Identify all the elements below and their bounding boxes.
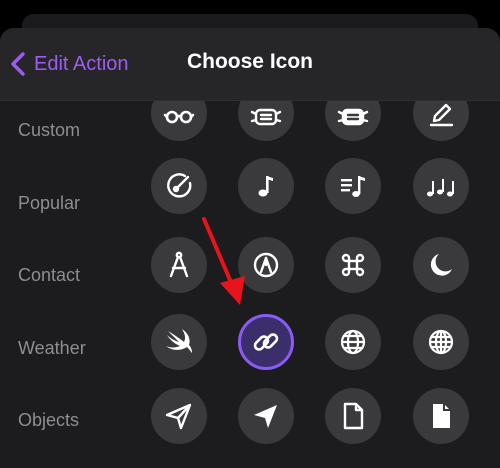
link-icon[interactable]: [238, 314, 294, 370]
paper-plane-icon[interactable]: [151, 388, 207, 444]
category-popular[interactable]: Popular: [18, 193, 80, 214]
compass-drafting-icon[interactable]: [151, 237, 207, 293]
category-custom[interactable]: Custom: [18, 120, 80, 141]
document-icon[interactable]: [325, 388, 381, 444]
category-list: Custom Popular Contact Weather Objects: [18, 100, 148, 468]
globe-alt-icon[interactable]: [413, 314, 469, 370]
category-weather[interactable]: Weather: [18, 338, 86, 359]
music-note-icon[interactable]: [238, 158, 294, 214]
command-key-icon[interactable]: [325, 237, 381, 293]
choose-icon-sheet: Edit Action Choose Icon Custom Popular C…: [0, 28, 500, 468]
paper-plane-filled-icon[interactable]: [238, 388, 294, 444]
music-list-icon[interactable]: [325, 158, 381, 214]
globe-icon[interactable]: [325, 314, 381, 370]
category-contact[interactable]: Contact: [18, 265, 80, 286]
moon-icon[interactable]: [413, 237, 469, 293]
gauge-icon[interactable]: [151, 158, 207, 214]
pen-nib-icon[interactable]: [238, 237, 294, 293]
document-filled-icon[interactable]: [413, 388, 469, 444]
page-title: Choose Icon: [186, 50, 313, 73]
swift-icon[interactable]: [151, 314, 207, 370]
category-objects[interactable]: Objects: [18, 410, 79, 431]
navigation-bar: Edit Action Choose Icon: [0, 28, 500, 101]
music-notes-icon[interactable]: [413, 158, 469, 214]
